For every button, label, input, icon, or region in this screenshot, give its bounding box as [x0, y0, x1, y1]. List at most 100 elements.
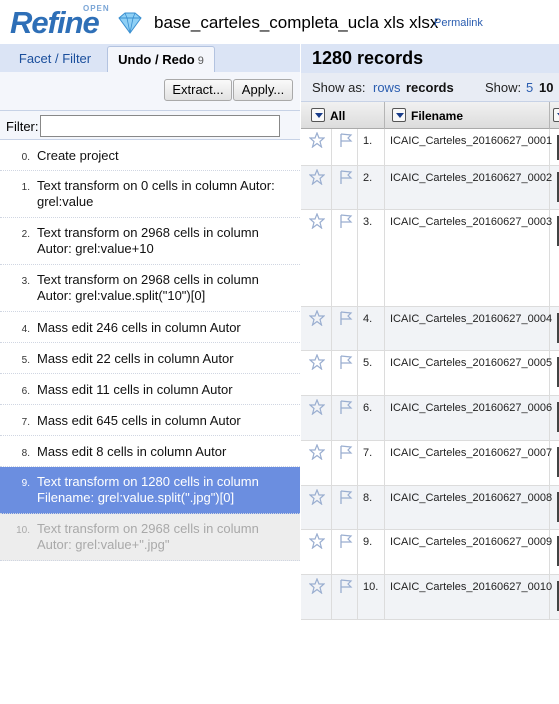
tab-facet-filter-label: Facet / Filter: [18, 51, 92, 66]
history-step[interactable]: 6. Mass edit 11 cells in column Autor: [0, 374, 300, 405]
history-step-text: Text transform on 2968 cells in column A…: [37, 272, 259, 303]
column-divider: [331, 486, 332, 530]
page-size-10-selected: 10: [539, 80, 554, 95]
view-bar: Show as: rows records Show: 5 10: [301, 73, 559, 102]
apply-button[interactable]: Apply...: [233, 79, 293, 101]
history-step-number: 9.: [21, 478, 30, 489]
history-step-text: Mass edit 11 cells in column Autor: [37, 382, 233, 397]
undo-toolbar: Extract... Apply...: [0, 72, 300, 108]
flag-icon[interactable]: [338, 399, 354, 415]
flag-icon[interactable]: [338, 310, 354, 326]
history-filter-input[interactable]: [40, 115, 280, 137]
filename-cell[interactable]: ICAIC_Carteles_20160627_0004: [390, 313, 552, 325]
history-step-text: Mass edit 8 cells in column Autor: [37, 444, 227, 459]
row-index: 1.: [363, 135, 373, 147]
row-index: 5.: [363, 357, 373, 369]
star-icon[interactable]: [308, 532, 326, 550]
history-step[interactable]: 10. Text transform on 2968 cells in colum…: [0, 514, 300, 561]
column-divider: [331, 396, 332, 441]
column-divider: [357, 351, 358, 396]
star-icon[interactable]: [308, 212, 326, 230]
history-step-number: 3.: [21, 276, 30, 287]
flag-icon[interactable]: [338, 213, 354, 229]
star-icon[interactable]: [308, 398, 326, 416]
tab-undo-redo[interactable]: Undo / Redo 9: [107, 46, 215, 73]
filename-cell[interactable]: ICAIC_Carteles_20160627_0001: [390, 135, 552, 147]
history-step[interactable]: 9. Text transform on 1280 cells in column…: [0, 467, 300, 514]
history-step[interactable]: 2. Text transform on 2968 cells in column…: [0, 218, 300, 265]
tab-facet-filter[interactable]: Facet / Filter: [5, 46, 105, 73]
filename-cell[interactable]: ICAIC_Carteles_20160627_0003: [390, 216, 552, 228]
star-icon[interactable]: [308, 353, 326, 371]
app-header: OPEN Refine base_carteles_completa_ucla …: [0, 0, 559, 44]
next-column-dropdown-icon[interactable]: [553, 108, 559, 122]
filename-cell[interactable]: ICAIC_Carteles_20160627_0007: [390, 447, 552, 459]
history-step[interactable]: 4. Mass edit 246 cells in column Autor: [0, 312, 300, 343]
history-step[interactable]: 8. Mass edit 8 cells in column Autor: [0, 436, 300, 467]
history-step-number: 5.: [21, 355, 30, 366]
extract-button[interactable]: Extract...: [164, 79, 232, 101]
filename-cell[interactable]: ICAIC_Carteles_20160627_0002: [390, 172, 552, 184]
star-icon[interactable]: [308, 443, 326, 461]
history-step[interactable]: 3. Text transform on 2968 cells in column…: [0, 265, 300, 312]
column-divider: [331, 129, 332, 166]
column-divider: [357, 210, 358, 307]
column-divider: [384, 166, 385, 210]
flag-icon[interactable]: [338, 132, 354, 148]
grid-header: All Filename: [301, 102, 559, 129]
history-step-number: 2.: [21, 229, 30, 240]
filename-cell[interactable]: ICAIC_Carteles_20160627_0010: [390, 581, 552, 593]
show-as-label: Show as:: [312, 80, 366, 95]
permalink-link[interactable]: Permalink: [434, 17, 483, 29]
filename-column-dropdown-icon[interactable]: [392, 108, 406, 122]
column-divider: [331, 530, 332, 575]
rows-mode-link[interactable]: rows: [373, 80, 400, 95]
history-step-number: 10.: [16, 525, 30, 536]
tab-undo-redo-label: Undo / Redo: [118, 52, 195, 67]
star-icon[interactable]: [308, 168, 326, 186]
filename-cell[interactable]: ICAIC_Carteles_20160627_0009: [390, 536, 552, 548]
history-step-number: 4.: [21, 324, 30, 335]
flag-icon[interactable]: [338, 489, 354, 505]
page-size-5-link[interactable]: 5: [526, 80, 533, 95]
row-index: 8.: [363, 492, 373, 504]
filename-cell[interactable]: ICAIC_Carteles_20160627_0006: [390, 402, 552, 414]
star-icon[interactable]: [308, 577, 326, 595]
row-index: 2.: [363, 172, 373, 184]
flag-icon[interactable]: [338, 533, 354, 549]
filter-label: Filter:: [6, 119, 39, 134]
all-column-dropdown-icon[interactable]: [311, 108, 325, 122]
records-count: 1280 records: [312, 48, 424, 68]
table-row: 6. ICAIC_Carteles_20160627_0006: [301, 396, 559, 441]
column-divider: [384, 351, 385, 396]
row-index: 6.: [363, 402, 373, 414]
history-step[interactable]: 0. Create project: [0, 140, 300, 171]
history-step[interactable]: 5. Mass edit 22 cells in column Autor: [0, 343, 300, 374]
flag-icon[interactable]: [338, 444, 354, 460]
history-step[interactable]: 7. Mass edit 645 cells in column Autor: [0, 405, 300, 436]
history-step[interactable]: 1. Text transform on 0 cells in column Au…: [0, 171, 300, 218]
column-divider: [331, 351, 332, 396]
header-divider: [384, 102, 385, 129]
flag-icon[interactable]: [338, 578, 354, 594]
star-icon[interactable]: [308, 131, 326, 149]
openrefine-logo[interactable]: OPEN Refine: [10, 2, 145, 42]
star-icon[interactable]: [308, 309, 326, 327]
history-step-number: 0.: [21, 152, 30, 163]
header-divider: [549, 102, 550, 129]
filename-cell[interactable]: ICAIC_Carteles_20160627_0008: [390, 492, 552, 504]
column-divider: [384, 441, 385, 486]
flag-icon[interactable]: [338, 354, 354, 370]
column-divider: [357, 441, 358, 486]
history-step-text: Create project: [37, 148, 119, 163]
project-title[interactable]: base_carteles_completa_ucla xls xlsx: [154, 13, 438, 33]
column-divider: [357, 307, 358, 351]
diamond-icon: [118, 12, 142, 34]
column-divider: [357, 575, 358, 620]
filename-cell[interactable]: ICAIC_Carteles_20160627_0005: [390, 357, 552, 369]
history-step-text: Text transform on 2968 cells in column A…: [37, 225, 259, 256]
flag-icon[interactable]: [338, 169, 354, 185]
star-icon[interactable]: [308, 488, 326, 506]
logo-refine-text: Refine: [10, 5, 100, 40]
filename-column-header: Filename: [411, 109, 464, 123]
